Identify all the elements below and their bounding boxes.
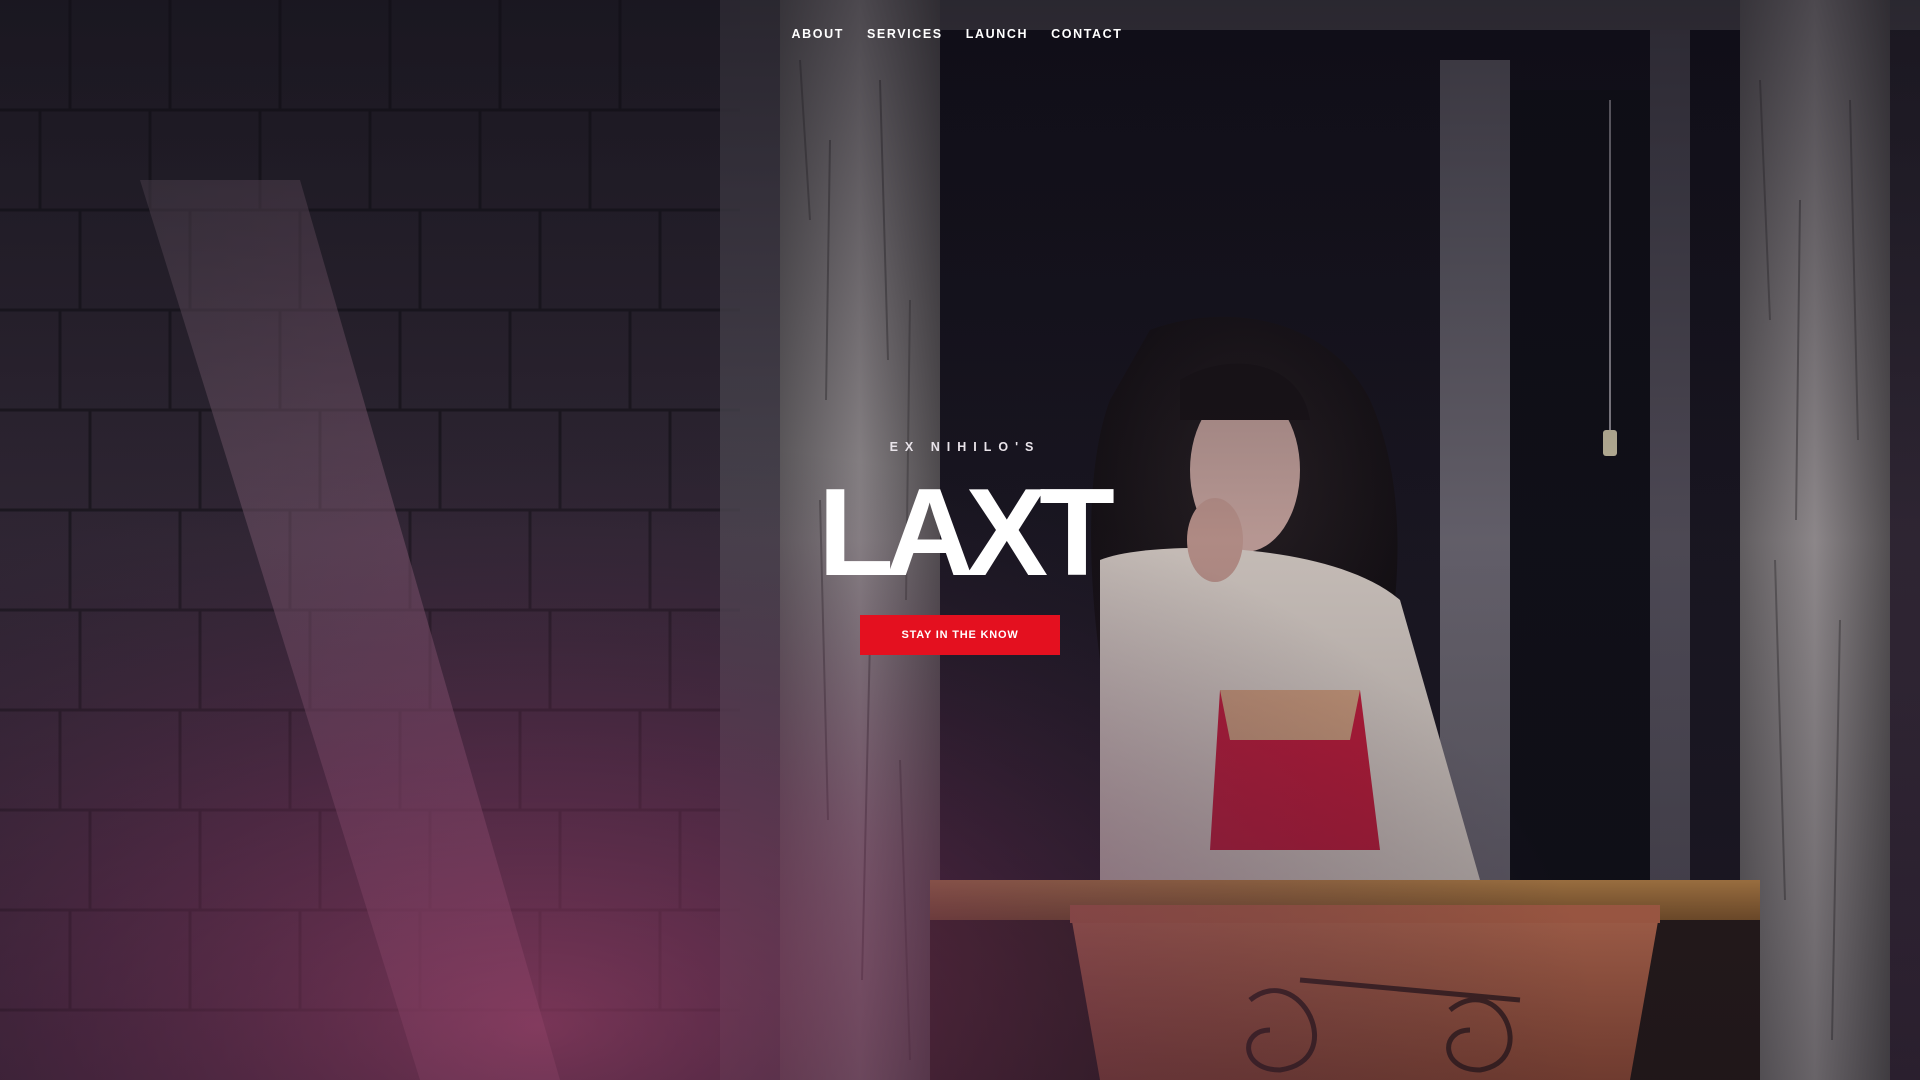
nav-link-launch[interactable]: LAUNCH bbox=[966, 25, 1028, 43]
hero-section: ABOUT SERVICES LAUNCH CONTACT EX NIHILO'… bbox=[0, 0, 1920, 1080]
stay-in-the-know-button[interactable]: STAY IN THE KNOW bbox=[860, 615, 1060, 655]
main-nav: ABOUT SERVICES LAUNCH CONTACT bbox=[0, 25, 1920, 43]
nav-link-contact[interactable]: CONTACT bbox=[1051, 25, 1122, 43]
hero-title: LAXT bbox=[818, 464, 1115, 602]
nav-link-services[interactable]: SERVICES bbox=[867, 25, 943, 43]
hero-eyebrow: EX NIHILO'S bbox=[889, 440, 1041, 454]
nav-links: ABOUT SERVICES LAUNCH CONTACT bbox=[792, 25, 1123, 43]
hero-content: EX NIHILO'S LAXT STAY IN THE KNOW bbox=[0, 0, 1920, 1080]
nav-link-about[interactable]: ABOUT bbox=[792, 25, 844, 43]
